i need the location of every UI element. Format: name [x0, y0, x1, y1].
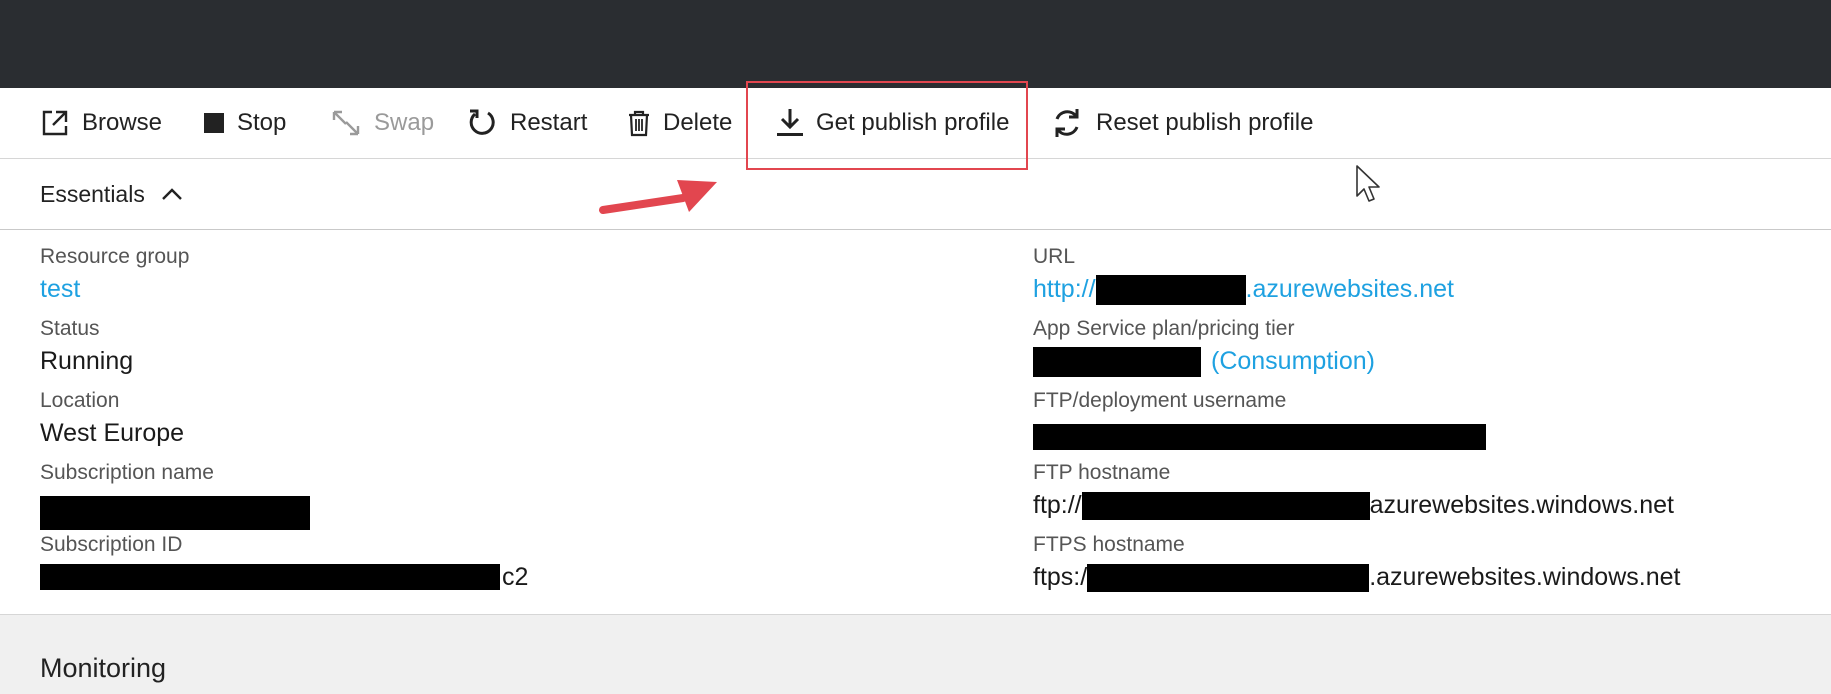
status-label: Status — [40, 317, 100, 340]
delete-button[interactable]: Delete — [627, 88, 732, 158]
subscription-id-suffix: c2 — [502, 563, 529, 591]
plan-link[interactable]: (Consumption) — [1033, 347, 1375, 378]
browse-button[interactable]: Browse — [40, 88, 162, 158]
ftp-host-label: FTP hostname — [1033, 461, 1171, 484]
refresh-icon — [1055, 109, 1079, 137]
essentials-title: Essentials — [40, 180, 145, 207]
subscription-name-label: Subscription name — [40, 461, 214, 484]
plan-redacted — [1033, 347, 1201, 378]
ftp-host-suffix: azurewebsites.windows.net — [1369, 491, 1674, 519]
restart-button[interactable]: Restart — [466, 88, 587, 158]
highlight-box — [746, 81, 1028, 170]
resource-group-label: Resource group — [40, 245, 190, 268]
location-value: West Europe — [40, 419, 185, 447]
trash-icon — [629, 110, 649, 137]
url-redacted — [1095, 275, 1246, 306]
stop-icon — [204, 113, 224, 133]
reset-publish-profile-label: Reset publish profile — [1096, 109, 1314, 136]
top-header-bar — [0, 0, 1831, 88]
url-suffix: .azurewebsites.net — [1245, 275, 1454, 303]
plan-label: App Service plan/pricing tier — [1033, 317, 1295, 340]
monitoring-section: Monitoring — [0, 614, 1831, 694]
ftps-host-value: ftps:/ .azurewebsites.windows.net — [1033, 563, 1681, 593]
location-label: Location — [40, 389, 120, 412]
restart-label: Restart — [510, 109, 588, 136]
ftp-user-label: FTP/deployment username — [1033, 389, 1287, 412]
subscription-id-redacted — [40, 564, 500, 590]
stop-label: Stop — [237, 109, 287, 136]
ftps-host-suffix: .azurewebsites.windows.net — [1369, 563, 1681, 591]
external-link-icon — [42, 110, 68, 136]
url-link[interactable]: http:// .azurewebsites.net — [1033, 275, 1454, 306]
ftp-host-redacted — [1081, 492, 1370, 521]
resource-group-link[interactable]: test — [40, 275, 80, 304]
plan-suffix: (Consumption) — [1211, 347, 1375, 375]
restart-icon — [469, 109, 495, 135]
ftps-host-label: FTPS hostname — [1033, 533, 1185, 556]
ftp-user-redacted — [1033, 424, 1486, 450]
monitoring-title: Monitoring — [40, 653, 167, 683]
stop-button[interactable]: Stop — [203, 88, 286, 158]
ftp-host-value: ftp:// azurewebsites.windows.net — [1033, 491, 1674, 521]
ftps-host-redacted — [1087, 564, 1370, 593]
essentials-toggle[interactable]: Essentials — [40, 159, 183, 229]
reset-publish-profile-button[interactable]: Reset publish profile — [1050, 88, 1313, 158]
url-prefix: http:// — [1033, 275, 1096, 303]
swap-label: Swap — [374, 109, 435, 136]
status-value: Running — [40, 347, 134, 375]
url-label: URL — [1033, 245, 1076, 268]
browse-label: Browse — [82, 109, 163, 136]
delete-label: Delete — [663, 109, 733, 136]
swap-button[interactable]: Swap — [330, 88, 434, 158]
ftp-host-prefix: ftp:// — [1033, 491, 1082, 519]
essentials-section-header: Essentials — [0, 159, 1831, 230]
chevron-up-icon — [161, 188, 182, 200]
swap-icon — [332, 110, 360, 136]
subscription-name-redacted[interactable] — [40, 496, 310, 530]
ftps-host-prefix: ftps:/ — [1033, 563, 1088, 591]
subscription-id-label: Subscription ID — [40, 533, 183, 556]
